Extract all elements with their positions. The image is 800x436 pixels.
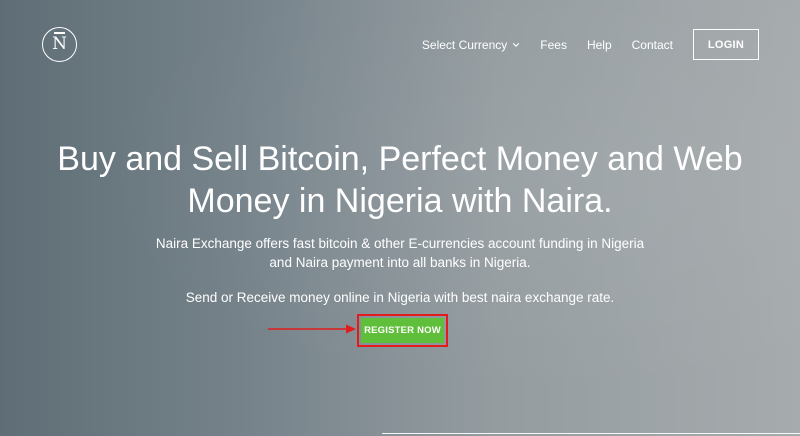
- hero-description: Naira Exchange offers fast bitcoin & oth…: [0, 234, 800, 272]
- hero-subtext: Send or Receive money online in Nigeria …: [185, 290, 615, 305]
- hero-description-line-1: Naira Exchange offers fast bitcoin & oth…: [155, 236, 645, 251]
- select-currency-label: Select Currency: [421, 37, 508, 52]
- nav-link-fees[interactable]: Fees: [540, 38, 567, 52]
- login-button[interactable]: LOGIN: [693, 29, 759, 60]
- hero-section: N Select Currency Fees Help Contact LOGI…: [0, 0, 800, 436]
- divider: [382, 433, 800, 434]
- register-now-button[interactable]: REGISTER NOW: [361, 318, 444, 343]
- top-nav: Select Currency Fees Help Contact LOGIN: [422, 29, 759, 60]
- hero-headline-line-1: Buy and Sell Bitcoin, Perfect Money and …: [57, 140, 743, 178]
- red-arrow-icon: [268, 324, 356, 334]
- register-highlight-box: REGISTER NOW: [357, 314, 448, 347]
- chevron-down-icon: [513, 42, 520, 47]
- select-currency-dropdown[interactable]: Select Currency: [422, 38, 520, 52]
- site-logo[interactable]: N: [42, 27, 77, 62]
- naira-logo-icon: N: [52, 32, 67, 54]
- nav-link-help[interactable]: Help: [587, 38, 612, 52]
- hero-headline-line-2: Money in Nigeria with Naira.: [187, 182, 613, 220]
- nav-link-contact[interactable]: Contact: [632, 38, 673, 52]
- hero-description-line-2: and Naira payment into all banks in Nige…: [269, 255, 531, 270]
- hero-headline: Buy and Sell Bitcoin, Perfect Money and …: [0, 138, 800, 222]
